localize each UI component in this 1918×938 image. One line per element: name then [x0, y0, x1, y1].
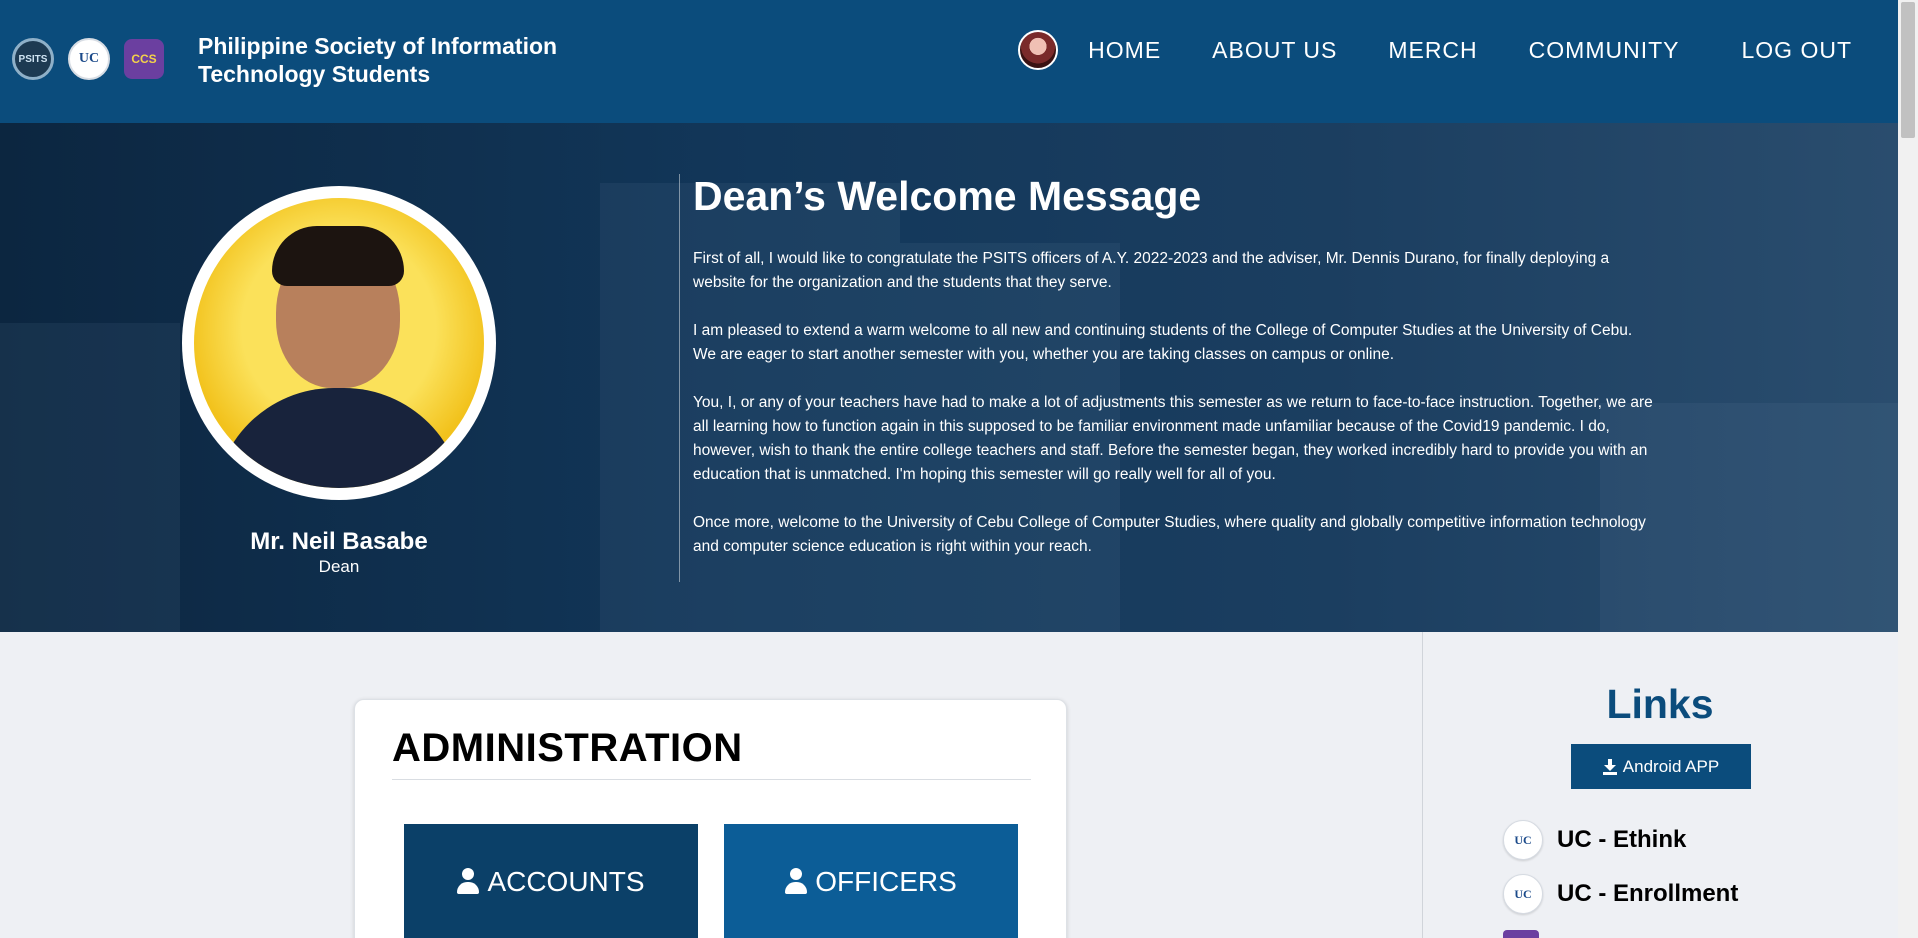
nav-merch[interactable]: MERCH	[1388, 37, 1477, 64]
android-app-label: Android APP	[1622, 756, 1720, 776]
scrollbar-thumb[interactable]	[1901, 2, 1915, 138]
psits-logo[interactable]: PSITS	[12, 38, 54, 80]
org-name-line2: Technology Students	[198, 61, 431, 87]
nav-home[interactable]: HOME	[1088, 37, 1161, 64]
org-logos: PSITS UC CCS	[12, 38, 164, 80]
nav-about-us[interactable]: ABOUT US	[1212, 37, 1337, 64]
uc-logo-icon: UC	[1503, 874, 1543, 914]
message-paragraph: You, I, or any of your teachers have had…	[693, 394, 1653, 483]
user-icon	[785, 868, 808, 896]
officers-label: OFFICERS	[815, 866, 957, 897]
dean-name: Mr. Neil Basabe	[250, 528, 428, 555]
download-icon	[1602, 758, 1617, 775]
link-uc-ethink[interactable]: UC UC - Ethink	[1503, 820, 1686, 860]
title-divider	[392, 779, 1031, 780]
officers-button[interactable]: OFFICERS	[724, 824, 1018, 938]
link-uc-enrollment[interactable]: UC UC - Enrollment	[1503, 874, 1738, 914]
android-app-button[interactable]: Android APP	[1571, 744, 1751, 789]
vertical-divider	[679, 174, 680, 582]
link-label: UC - Enrollment	[1557, 880, 1739, 907]
ccs-logo[interactable]: CCS	[124, 39, 164, 79]
links-title: Links	[1606, 681, 1714, 727]
nav-log-out[interactable]: LOG OUT	[1741, 37, 1852, 64]
accounts-label: ACCOUNTS	[487, 866, 645, 897]
user-icon	[457, 868, 480, 896]
link-label: UC - Ethink	[1557, 826, 1687, 853]
page-scrollbar[interactable]	[1898, 0, 1918, 938]
welcome-title: Dean’s Welcome Message	[693, 173, 1202, 219]
dean-photo	[182, 186, 496, 500]
uc-logo[interactable]: UC	[68, 38, 110, 80]
message-paragraph: I am pleased to extend a warm welcome to…	[693, 322, 1633, 363]
top-navbar: PSITS UC CCS Philippine Society of Infor…	[0, 0, 1898, 123]
nav-community[interactable]: COMMUNITY	[1529, 37, 1680, 64]
accounts-button[interactable]: ACCOUNTS	[404, 824, 698, 938]
main-nav: HOME ABOUT US MERCH COMMUNITY LOG OUT	[1018, 30, 1852, 70]
org-name-line1: Philippine Society of Information	[198, 33, 558, 59]
background-building	[0, 323, 180, 632]
uc-logo-icon: UC	[1503, 820, 1543, 860]
dean-welcome-section: Mr. Neil Basabe Dean Dean’s Welcome Mess…	[0, 123, 1898, 632]
user-avatar[interactable]	[1018, 30, 1059, 70]
message-paragraph: First of all, I would like to congratula…	[693, 250, 1610, 291]
message-paragraph: Once more, welcome to the University of …	[693, 514, 1646, 555]
org-name: Philippine Society of Information Techno…	[198, 32, 557, 88]
administration-card: ADMINISTRATION ACCOUNTS OFFICERS	[354, 699, 1067, 938]
sidebar-divider	[1422, 632, 1423, 938]
administration-title: ADMINISTRATION	[392, 726, 743, 770]
dean-title: Dean	[318, 557, 360, 576]
ccs-link-icon[interactable]	[1503, 930, 1539, 938]
welcome-message: First of all, I would like to congratula…	[693, 247, 1653, 583]
